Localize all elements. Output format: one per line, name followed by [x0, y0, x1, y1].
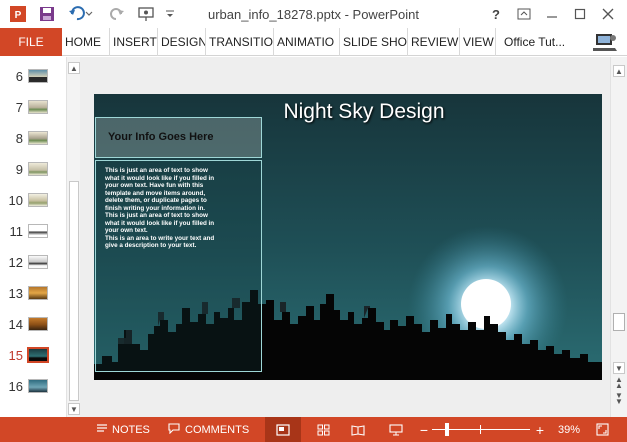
info-heading: Your Info Goes Here — [108, 131, 214, 143]
thumbnail-image — [28, 286, 48, 300]
scroll-up-icon[interactable]: ▲ — [68, 62, 80, 74]
thumbnail-number: 10 — [8, 193, 23, 208]
thumbnail-number: 13 — [8, 286, 23, 301]
thumbnail-item[interactable]: 9 — [0, 157, 66, 188]
thumbnail-image — [28, 162, 48, 176]
thumbnail-image — [28, 131, 48, 145]
tab-view[interactable]: VIEW — [460, 28, 496, 56]
notes-icon — [96, 423, 108, 436]
thumbnail-number: 15 — [8, 348, 23, 363]
info-body-line: your own text. — [105, 227, 148, 234]
scrollbar-thumb[interactable] — [69, 181, 79, 401]
thumbnail-image — [28, 193, 48, 207]
thumbnail-item[interactable]: 7 — [0, 95, 66, 126]
scroll-down-icon[interactable]: ▼ — [613, 362, 625, 374]
scrollbar-thumb[interactable] — [613, 313, 625, 331]
info-body-line: This is just an area of text to show — [105, 167, 208, 174]
thumbnail-number: 14 — [8, 317, 23, 332]
previous-slide-icon[interactable]: ▲ ▲ — [613, 376, 625, 390]
info-body-line: what it would look like if you filled in — [105, 219, 215, 227]
tab-home[interactable]: HOME — [62, 28, 110, 56]
info-body-line: finish writing your information in. — [105, 204, 206, 212]
thumbnail-item-active[interactable]: 15 — [0, 343, 66, 374]
info-heading-box[interactable]: Your Info Goes Here — [95, 117, 262, 158]
info-body-line: This is just an area of text to show — [105, 212, 208, 219]
thumbnail-item[interactable]: 11 — [0, 219, 66, 250]
slide-scrollbar[interactable]: ▲ ▼ ▲ ▲ ▼ ▼ — [610, 57, 627, 417]
account-avatar-icon[interactable] — [592, 32, 618, 57]
notes-button[interactable]: NOTES — [96, 417, 150, 442]
title-bar: P urban_info_18278.pptx - PowerPoint ? — [0, 0, 627, 28]
account-name[interactable]: Office Tut... — [504, 28, 565, 56]
thumbnail-item[interactable]: 8 — [0, 126, 66, 157]
thumbnail-number: 8 — [15, 131, 23, 146]
info-body-line: your own text. Have fun with this — [105, 182, 204, 189]
info-body-line: template and move items around, — [105, 189, 206, 197]
tab-review[interactable]: REVIEW — [408, 28, 460, 56]
next-slide-icon[interactable]: ▼ ▼ — [613, 392, 625, 406]
reading-view-icon[interactable] — [348, 417, 368, 442]
thumbnail-number: 16 — [8, 379, 23, 394]
tab-design[interactable]: DESIGN — [158, 28, 206, 56]
thumbnail-image — [28, 224, 48, 238]
thumbnail-number: 7 — [15, 100, 23, 115]
ribbon-display-options-icon[interactable] — [512, 4, 536, 24]
slide-thumbnail-pane: 6 7 8 9 10 11 12 13 14 15 16 — [0, 57, 66, 417]
slide-show-view-icon[interactable] — [386, 417, 406, 442]
scroll-up-icon[interactable]: ▲ — [613, 65, 625, 77]
thumbnail-number: 12 — [8, 255, 23, 270]
tab-transitions[interactable]: TRANSITIO — [206, 28, 274, 56]
normal-view-icon[interactable] — [265, 417, 301, 442]
file-tab[interactable]: FILE — [0, 28, 62, 56]
tab-slide-show[interactable]: SLIDE SHO — [340, 28, 408, 56]
thumbnail-number: 6 — [15, 69, 23, 84]
info-body-line: delete them, or duplicate pages to — [105, 197, 207, 204]
ribbon-tabs: FILE HOME INSERT DESIGN TRANSITIO ANIMAT… — [0, 28, 627, 56]
thumbnail-item[interactable]: 13 — [0, 281, 66, 312]
tab-insert[interactable]: INSERT — [110, 28, 158, 56]
thumbnail-image — [28, 255, 48, 269]
thumbnail-item[interactable]: 14 — [0, 312, 66, 343]
thumbnail-item[interactable]: 6 — [0, 64, 66, 95]
thumbnail-image — [28, 69, 48, 83]
ribbon-tab-list: HOME INSERT DESIGN TRANSITIO ANIMATIO SL… — [62, 28, 496, 56]
thumbnail-item[interactable]: 12 — [0, 250, 66, 281]
thumbnail-image — [27, 347, 49, 363]
thumbnail-image — [28, 317, 48, 331]
thumbnail-image — [28, 100, 48, 114]
status-bar: NOTES COMMENTS − + 39% — [0, 417, 627, 442]
scroll-down-icon[interactable]: ▼ — [68, 403, 80, 415]
thumbnail-item[interactable]: 16 — [0, 374, 66, 405]
zoom-slider[interactable] — [432, 417, 530, 442]
slide-title[interactable]: Night Sky Design — [234, 100, 494, 124]
maximize-icon[interactable] — [568, 4, 592, 24]
close-icon[interactable] — [596, 4, 620, 24]
zoom-in-button[interactable]: + — [534, 417, 546, 442]
fit-slide-to-window-icon[interactable] — [594, 417, 610, 442]
zoom-slider-thumb[interactable] — [445, 423, 450, 436]
info-body-line: what it would look like if you filled in — [105, 174, 215, 182]
comments-button[interactable]: COMMENTS — [168, 417, 249, 442]
slide-canvas[interactable]: Night Sky Design Your Info Goes Here Thi… — [94, 94, 602, 380]
slide-sorter-icon[interactable] — [313, 417, 333, 442]
thumbnail-number: 11 — [9, 224, 24, 239]
thumbnail-item[interactable]: 10 — [0, 188, 66, 219]
info-body-line: This is an area to write your text and — [105, 234, 215, 242]
tab-animations[interactable]: ANIMATIO — [274, 28, 340, 56]
slide-editing-area: Night Sky Design Your Info Goes Here Thi… — [80, 57, 610, 417]
minimize-icon[interactable] — [540, 4, 564, 24]
zoom-out-button[interactable]: − — [418, 417, 430, 442]
notes-label: NOTES — [112, 423, 150, 436]
comments-icon — [168, 422, 180, 437]
zoom-percent[interactable]: 39% — [558, 417, 580, 442]
thumbnail-image — [28, 379, 48, 393]
help-icon[interactable]: ? — [484, 4, 508, 24]
info-body-line: give a description to your text. — [105, 242, 197, 249]
comments-label: COMMENTS — [185, 423, 250, 436]
info-body-box[interactable]: This is just an area of text to show wha… — [95, 160, 262, 372]
thumbnail-scrollbar[interactable]: ▲ ▼ — [66, 57, 80, 417]
thumbnail-number: 9 — [15, 162, 23, 177]
